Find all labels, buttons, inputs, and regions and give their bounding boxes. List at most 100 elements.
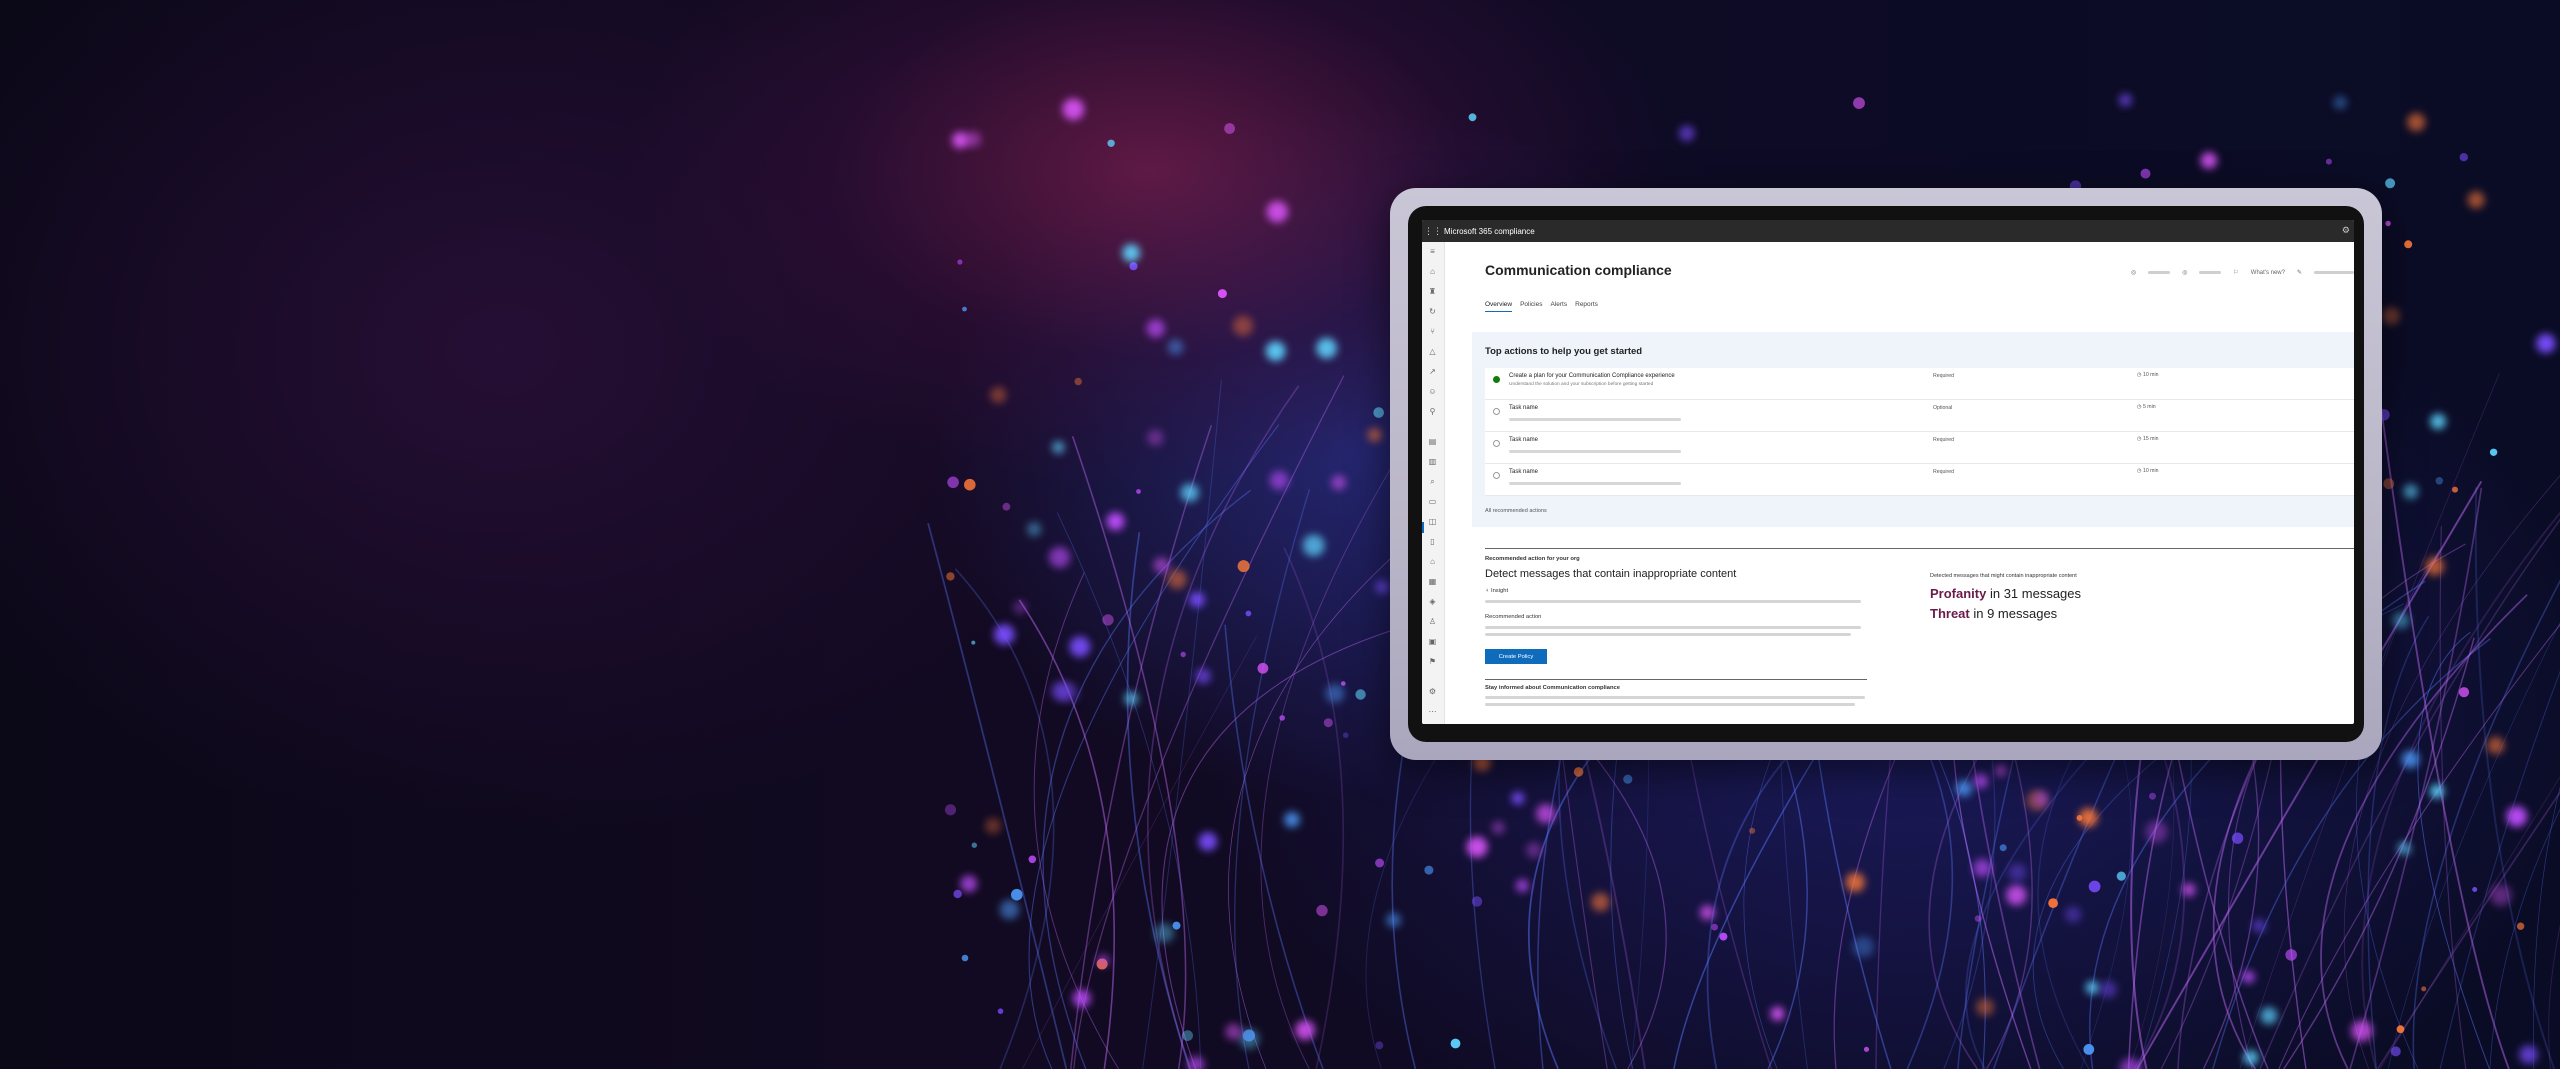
light-particle <box>1623 774 1633 784</box>
branch-icon[interactable]: ⑂ <box>1427 326 1438 337</box>
light-fiber-strand <box>1070 425 1213 1069</box>
refresh-icon[interactable]: ↻ <box>1427 306 1438 317</box>
calendar-icon[interactable]: ▦ <box>1427 576 1438 587</box>
tab-policies[interactable]: Policies <box>1520 301 1542 312</box>
feedback-icon[interactable]: ✎ <box>2297 269 2302 276</box>
light-particle <box>1325 684 1345 703</box>
task-row[interactable]: Task name Required ◷ 10 min <box>1485 464 2354 496</box>
empty-circle-icon[interactable] <box>1493 472 1500 479</box>
home-icon[interactable]: ⌂ <box>1427 266 1438 277</box>
header-links: ◎ ◎ ⚐ What's new? ✎ <box>2131 269 2354 276</box>
lock-icon[interactable]: ▣ <box>1427 636 1438 647</box>
page-tabs: Overview Policies Alerts Reports <box>1485 301 1598 312</box>
task-time: ◷ 10 min <box>2137 372 2159 378</box>
document-icon[interactable]: ▥ <box>1427 456 1438 467</box>
light-particle <box>1341 681 1346 686</box>
light-particle <box>2008 863 2027 882</box>
light-particle <box>1180 651 1186 658</box>
more-icon[interactable]: ⋯ <box>1427 706 1438 717</box>
task-row[interactable]: Task name Required ◷ 15 min <box>1485 432 2354 464</box>
light-particle <box>2383 478 2395 490</box>
light-particle <box>1375 580 1389 594</box>
tab-overview[interactable]: Overview <box>1485 301 1513 312</box>
light-particle <box>2489 448 2498 456</box>
light-particle <box>2392 612 2410 629</box>
light-particle <box>1097 954 1110 967</box>
light-particle <box>2390 1046 2401 1057</box>
check-circle-icon[interactable] <box>1493 376 1500 383</box>
light-particle <box>1187 1056 1205 1069</box>
light-particle <box>1386 912 1401 928</box>
placeholder-line <box>1485 633 1851 636</box>
placeholder-link[interactable] <box>2199 271 2222 274</box>
people-icon[interactable]: ☺ <box>1427 386 1438 397</box>
light-particle <box>2083 1044 2095 1055</box>
search-icon[interactable]: ⌕ <box>1427 476 1438 487</box>
light-particle <box>1195 668 1211 684</box>
left-nav-rail: ≡ ⌂ ♜ ↻ ⑂ △ ↗ ☺ ⚲ ▤ ▥ ⌕ ▭ ◫ ▯ ⌂ ▦ ◈ ♙ ▣ <box>1422 242 1445 724</box>
help-icon[interactable]: ◎ <box>2182 269 2187 276</box>
megaphone-icon[interactable]: ⚐ <box>2233 269 2238 276</box>
trophy-icon[interactable]: ♜ <box>1427 286 1438 297</box>
pin-icon[interactable]: ⚑ <box>1427 656 1438 667</box>
light-particle <box>1245 610 1252 617</box>
app-launcher-icon[interactable]: ⋮⋮ <box>1422 226 1444 237</box>
light-particle <box>953 889 962 899</box>
task-time-value: 10 min <box>2142 468 2159 474</box>
light-particle <box>962 306 967 312</box>
info-icon[interactable]: ◎ <box>2131 269 2136 276</box>
light-particle <box>1062 98 1085 121</box>
hamburger-menu-icon[interactable]: ≡ <box>1427 246 1438 257</box>
user-settings-icon[interactable]: ♙ <box>1427 616 1438 627</box>
active-nav-indicator <box>1422 522 1424 533</box>
communication-icon[interactable]: ◫ <box>1427 516 1438 527</box>
light-particle <box>1048 546 1071 568</box>
app-top-bar: ⋮⋮ Microsoft 365 compliance ⚙ <box>1422 220 2354 242</box>
light-particle <box>1180 483 1199 502</box>
warning-icon[interactable]: △ <box>1427 346 1438 357</box>
all-recommended-actions-link[interactable]: All recommended actions <box>1485 508 1547 514</box>
light-fiber-strand <box>1283 547 1345 1069</box>
building-icon[interactable]: ⌂ <box>1427 556 1438 567</box>
placeholder-link[interactable] <box>2314 271 2354 274</box>
chat-icon[interactable]: ▭ <box>1427 496 1438 507</box>
light-particle <box>2404 240 2413 249</box>
placeholder-link[interactable] <box>2148 271 2171 274</box>
light-particle <box>1154 923 1175 943</box>
light-particle <box>1266 201 1289 223</box>
tablet-device: ⋮⋮ Microsoft 365 compliance ⚙ ≡ ⌂ ♜ ↻ ⑂ … <box>1390 188 2382 760</box>
light-particle <box>961 954 969 962</box>
shield-icon[interactable]: ◈ <box>1427 596 1438 607</box>
chart-icon[interactable]: ↗ <box>1427 366 1438 377</box>
light-particle <box>1129 262 1138 271</box>
task-row[interactable]: Task name Optional ◷ 5 min <box>1485 400 2354 432</box>
search-people-icon[interactable]: ⚲ <box>1427 406 1438 417</box>
tab-reports[interactable]: Reports <box>1575 301 1598 312</box>
light-particle <box>1265 341 1286 361</box>
light-particle <box>1955 780 1973 797</box>
report-icon[interactable]: ▤ <box>1427 436 1438 447</box>
light-particle <box>1373 407 1384 418</box>
whats-new-link[interactable]: What's new? <box>2251 270 2285 276</box>
light-particle <box>2421 986 2427 992</box>
task-row[interactable]: Create a plan for your Communication Com… <box>1485 368 2354 400</box>
settings-icon[interactable]: ⚙ <box>1427 686 1438 697</box>
tab-alerts[interactable]: Alerts <box>1551 301 1568 312</box>
light-fiber-strand <box>1028 424 1280 1069</box>
light-particle <box>1002 502 1011 511</box>
light-particle <box>2407 113 2426 132</box>
file-icon[interactable]: ▯ <box>1427 536 1438 547</box>
light-particle <box>1711 923 1718 931</box>
light-particle <box>2396 1025 2405 1034</box>
light-fiber-strand <box>2474 487 2555 1069</box>
task-requirement: Required <box>1933 373 1955 379</box>
empty-circle-icon[interactable] <box>1493 408 1500 415</box>
light-particle <box>2033 791 2049 807</box>
light-particle <box>1994 764 2007 777</box>
light-particle <box>1269 470 1289 490</box>
light-particle <box>2200 152 2218 169</box>
empty-circle-icon[interactable] <box>1493 440 1500 447</box>
light-particle <box>946 572 955 581</box>
gear-icon[interactable]: ⚙ <box>2342 225 2350 236</box>
create-policy-button[interactable]: Create Policy <box>1485 649 1547 664</box>
